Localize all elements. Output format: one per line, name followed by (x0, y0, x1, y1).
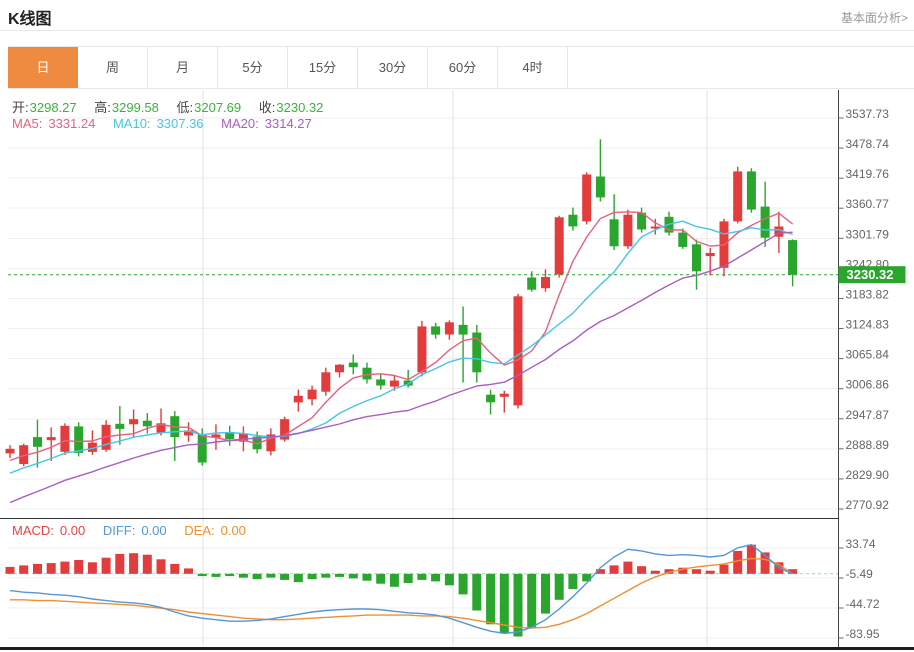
tab-60min[interactable]: 60分 (428, 47, 498, 88)
svg-text:3230.32: 3230.32 (847, 267, 894, 282)
svg-text:3124.83: 3124.83 (846, 318, 890, 332)
open-label: 开: (12, 100, 29, 115)
svg-text:2888.89: 2888.89 (846, 438, 890, 452)
tab-30min[interactable]: 30分 (358, 47, 428, 88)
svg-text:2829.90: 2829.90 (846, 468, 890, 482)
svg-text:3006.86: 3006.86 (846, 378, 890, 392)
ohlc-legend: 开:3298.27 高:3299.58 低:3207.69 收:3230.32 (12, 97, 337, 116)
low-value: 3207.69 (194, 100, 242, 115)
svg-text:2947.87: 2947.87 (846, 408, 890, 422)
svg-text:3065.84: 3065.84 (846, 348, 890, 362)
macd-value: 0.00 (59, 523, 86, 538)
low-label: 低: (176, 100, 194, 115)
tab-month[interactable]: 月 (148, 47, 218, 88)
period-tabbar: 日 周 月 5分 15分 30分 60分 4时 (8, 46, 914, 89)
macd-label: MACD: (12, 523, 54, 538)
close-label: 收: (258, 100, 276, 115)
ma20-value: 3314.27 (264, 116, 312, 131)
ma10-label: MA10: (112, 116, 151, 131)
diff-label: DIFF: (102, 523, 136, 538)
diff-value: 0.00 (141, 523, 167, 538)
svg-text:33.74: 33.74 (846, 537, 876, 551)
open-value: 3298.27 (29, 100, 77, 115)
dea-value: 0.00 (220, 523, 246, 538)
ma20-label: MA20: (221, 116, 259, 131)
tab-day[interactable]: 日 (8, 47, 78, 88)
svg-text:3301.79: 3301.79 (846, 227, 890, 241)
tab-5min[interactable]: 5分 (218, 47, 288, 88)
svg-text:3478.74: 3478.74 (846, 137, 890, 151)
ma-legend: MA5: 3331.24 MA10: 3307.36 MA20: 3314.27 (12, 116, 326, 131)
ma10-value: 3307.36 (156, 116, 204, 131)
tab-15min[interactable]: 15分 (288, 47, 358, 88)
ma5-value: 3331.24 (48, 116, 96, 131)
svg-text:3183.82: 3183.82 (846, 288, 890, 302)
high-value: 3299.58 (111, 100, 159, 115)
ma5-label: MA5: (12, 116, 43, 131)
tab-4hour[interactable]: 4时 (498, 47, 568, 88)
close-value: 3230.32 (276, 100, 324, 115)
kline-page: K线图 基本面分析> 日 周 月 5分 15分 30分 60分 4时 开:329… (0, 0, 914, 652)
svg-text:2770.92: 2770.92 (846, 498, 890, 512)
svg-text:-83.95: -83.95 (846, 627, 880, 641)
svg-text:3360.77: 3360.77 (846, 197, 890, 211)
high-label: 高: (94, 100, 111, 115)
dea-label: DEA: (184, 523, 215, 538)
svg-text:3537.73: 3537.73 (846, 107, 890, 121)
macd-legend: MACD: 0.00 DIFF: 0.00 DEA: 0.00 (12, 523, 260, 538)
page-title: K线图 (8, 11, 52, 28)
svg-text:3419.76: 3419.76 (846, 167, 890, 181)
tab-week[interactable]: 周 (78, 47, 148, 88)
svg-text:-5.49: -5.49 (846, 567, 874, 581)
fundamental-analysis-link[interactable]: 基本面分析> (841, 9, 908, 26)
svg-text:-44.72: -44.72 (846, 597, 880, 611)
